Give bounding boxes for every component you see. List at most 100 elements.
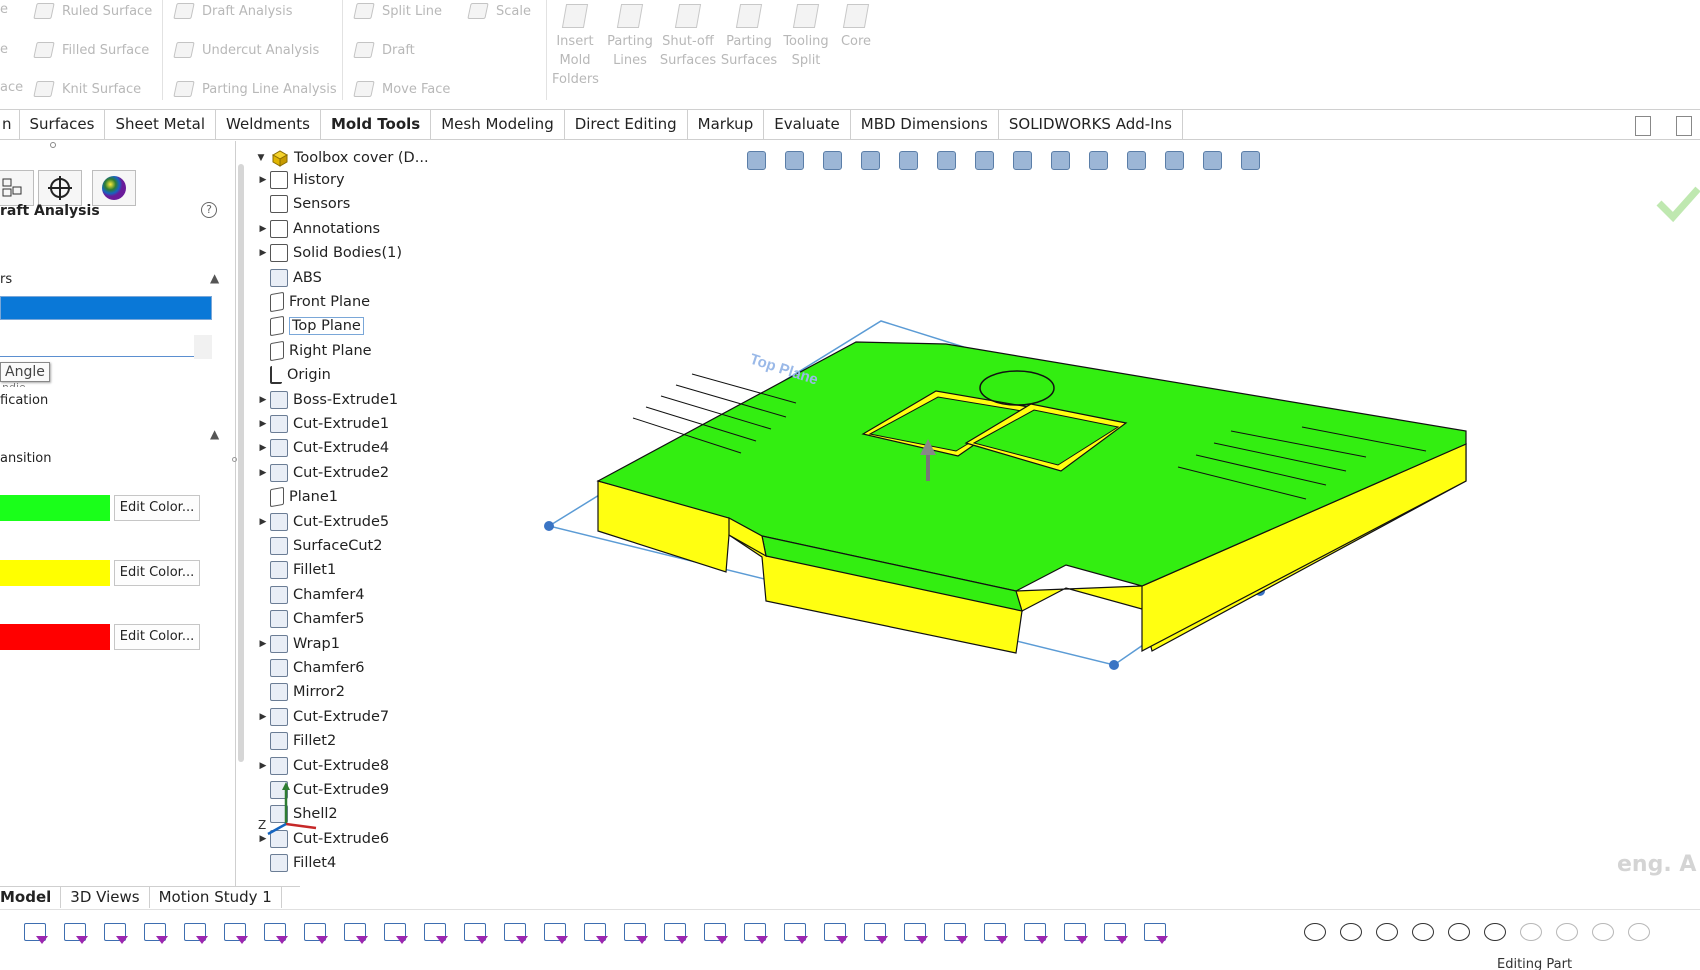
point-icon[interactable] — [1300, 918, 1330, 948]
filter-sketch-segments-icon[interactable] — [420, 918, 450, 948]
expand-arrow-icon[interactable]: ▶ — [256, 761, 270, 771]
splitter-handle-icon[interactable] — [50, 142, 56, 148]
expand-arrow-icon[interactable]: ▶ — [256, 639, 270, 649]
tree-node-cut-extrude7[interactable]: ▶ Cut-Extrude7 — [260, 705, 389, 729]
tree-node-cut-extrude1[interactable]: ▶ Cut-Extrude1 — [260, 412, 389, 436]
shut-off-surfaces-button[interactable]: Shut-off Surfaces — [658, 2, 718, 70]
tree-node-fillet4[interactable]: Fillet4 — [270, 851, 336, 875]
filter-notes-icon[interactable] — [700, 918, 730, 948]
graphics-viewport[interactable]: Top Plane — [466, 141, 1700, 886]
edit-color-required-button[interactable]: Edit Color... — [114, 624, 200, 650]
select-other-icon[interactable] — [60, 918, 90, 948]
filter-dowel-pin-icon[interactable] — [940, 918, 970, 948]
tree-node-cut-extrude2[interactable]: ▶ Cut-Extrude2 — [260, 461, 389, 485]
tab-sheet-metal[interactable]: Sheet Metal — [105, 110, 217, 139]
direction-selection-box[interactable] — [0, 296, 212, 320]
filter-annotations-icon[interactable] — [1100, 918, 1130, 948]
insert-mold-folders-button[interactable]: Insert Mold Folders — [545, 2, 605, 89]
tree-root[interactable]: ▼ Toolbox cover (D... — [252, 146, 429, 170]
undercut-analysis-button[interactable]: Undercut Analysis — [172, 39, 319, 61]
filter-loops-icon[interactable] — [1140, 918, 1170, 948]
tree-node-top-plane[interactable]: Top Plane — [270, 314, 364, 338]
filled-surface-button[interactable]: Filled Surface — [32, 39, 149, 61]
ruled-surface-button[interactable]: Ruled Surface — [32, 0, 152, 22]
tree-node-right-plane[interactable]: Right Plane — [270, 339, 372, 363]
knit-surface-button[interactable]: Knit Surface — [32, 78, 141, 100]
filter-geometric-tolerances-icon[interactable] — [660, 918, 690, 948]
core-button[interactable]: Core — [826, 2, 886, 51]
ok-check-icon[interactable] — [1656, 186, 1700, 223]
chevron-up-icon[interactable]: ▲ — [210, 271, 219, 285]
tab-direct-editing[interactable]: Direct Editing — [565, 110, 688, 139]
tab-3d-views[interactable]: 3D Views — [61, 887, 150, 908]
edit-color-positive-button[interactable]: Edit Color... — [114, 495, 200, 521]
filter-sketch-points-icon[interactable] — [380, 918, 410, 948]
tree-node-fillet1[interactable]: Fillet1 — [270, 558, 336, 582]
filter-axes-icon[interactable] — [300, 918, 330, 948]
line-icon[interactable] — [1372, 918, 1402, 948]
trim-icon[interactable] — [1444, 918, 1474, 948]
angle-spinner[interactable] — [194, 335, 212, 359]
ribbon-cut-item-3[interactable]: ace — [0, 80, 23, 95]
tree-node-mirror2[interactable]: Mirror2 — [270, 680, 345, 704]
expand-arrow-icon[interactable]: ▶ — [256, 248, 270, 258]
expand-arrow-icon[interactable]: ▶ — [256, 224, 270, 234]
tab-mesh-modeling[interactable]: Mesh Modeling — [431, 110, 565, 139]
parting-line-analysis-button[interactable]: Parting Line Analysis — [172, 78, 337, 100]
draft-analysis-button[interactable]: Draft Analysis — [172, 0, 292, 22]
expand-arrow-icon[interactable]: ▶ — [256, 712, 270, 722]
property-manager-scrollbar[interactable] — [238, 164, 244, 762]
collapse-arrow-icon[interactable]: ▼ — [252, 153, 270, 163]
tree-node-plane1[interactable]: Plane1 — [270, 485, 338, 509]
expand-arrow-icon[interactable]: ▶ — [256, 175, 270, 185]
tab-mbd-dimensions[interactable]: MBD Dimensions — [851, 110, 999, 139]
ribbon-cut-item-1[interactable]: e — [0, 2, 8, 17]
expand-arrow-icon[interactable]: ▶ — [256, 419, 270, 429]
filter-blocks-icon[interactable] — [860, 918, 890, 948]
filter-edges-icon[interactable] — [140, 918, 170, 948]
chevron-up-icon[interactable]: ▲ — [210, 427, 219, 441]
tree-node-chamfer6[interactable]: Chamfer6 — [270, 656, 365, 680]
scale-button[interactable]: Scale — [466, 0, 531, 22]
split-line-button[interactable]: Split Line — [352, 0, 442, 22]
tab-markup[interactable]: Markup — [688, 110, 765, 139]
draft-angle-input[interactable] — [0, 335, 194, 357]
chamfer-icon[interactable] — [1552, 918, 1582, 948]
appearance-manager-tab[interactable] — [92, 170, 136, 206]
tab-motion-study-1[interactable]: Motion Study 1 — [150, 887, 282, 908]
tree-node-annotations[interactable]: ▶ Annotations — [260, 217, 380, 241]
help-icon[interactable]: ? — [201, 202, 217, 218]
tab-weldments[interactable]: Weldments — [216, 110, 321, 139]
tree-node-chamfer5[interactable]: Chamfer5 — [270, 607, 365, 631]
tab-surfaces[interactable]: Surfaces — [20, 110, 106, 139]
tab-model[interactable]: Model — [0, 887, 62, 908]
filter-faces-icon[interactable] — [180, 918, 210, 948]
filter-solid-bodies-icon[interactable] — [260, 918, 290, 948]
tree-node-abs[interactable]: ABS — [270, 266, 322, 290]
tree-node-boss-extrude1[interactable]: ▶ Boss-Extrude1 — [260, 388, 398, 412]
filter-routing-points-icon[interactable] — [1020, 918, 1050, 948]
feature-manager-tab[interactable] — [0, 170, 34, 206]
filter-surface-bodies-icon[interactable] — [220, 918, 250, 948]
tab-evaluate[interactable]: Evaluate — [764, 110, 851, 139]
filter-connection-points-icon[interactable] — [980, 918, 1010, 948]
filter-vertices-icon[interactable] — [100, 918, 130, 948]
filter-weld-symbols-icon[interactable] — [740, 918, 770, 948]
polygon-icon[interactable] — [1408, 918, 1438, 948]
filter-datum-targets-icon[interactable] — [780, 918, 810, 948]
circle-icon[interactable] — [1336, 918, 1366, 948]
tree-node-cut-extrude5[interactable]: ▶ Cut-Extrude5 — [260, 510, 389, 534]
expand-arrow-icon[interactable]: ▶ — [256, 395, 270, 405]
edit-color-negative-button[interactable]: Edit Color... — [114, 560, 200, 586]
filter-center-marks-icon[interactable] — [500, 918, 530, 948]
parting-surfaces-button[interactable]: Parting Surfaces — [719, 2, 779, 70]
rectangle-icon[interactable] — [1624, 918, 1654, 948]
filter-cosmetic-threads-icon[interactable] — [820, 918, 850, 948]
tree-node-surfacecut2[interactable]: SurfaceCut2 — [270, 534, 382, 558]
tree-node-cut-extrude8[interactable]: ▶ Cut-Extrude8 — [260, 754, 389, 778]
tab-solidworks-add-ins[interactable]: SOLIDWORKS Add-Ins — [999, 110, 1183, 139]
filter-planes-icon[interactable] — [340, 918, 370, 948]
tree-node-origin[interactable]: Origin — [270, 363, 331, 387]
filter-surface-finish-icon[interactable] — [620, 918, 650, 948]
expand-arrow-icon[interactable]: ▶ — [256, 517, 270, 527]
